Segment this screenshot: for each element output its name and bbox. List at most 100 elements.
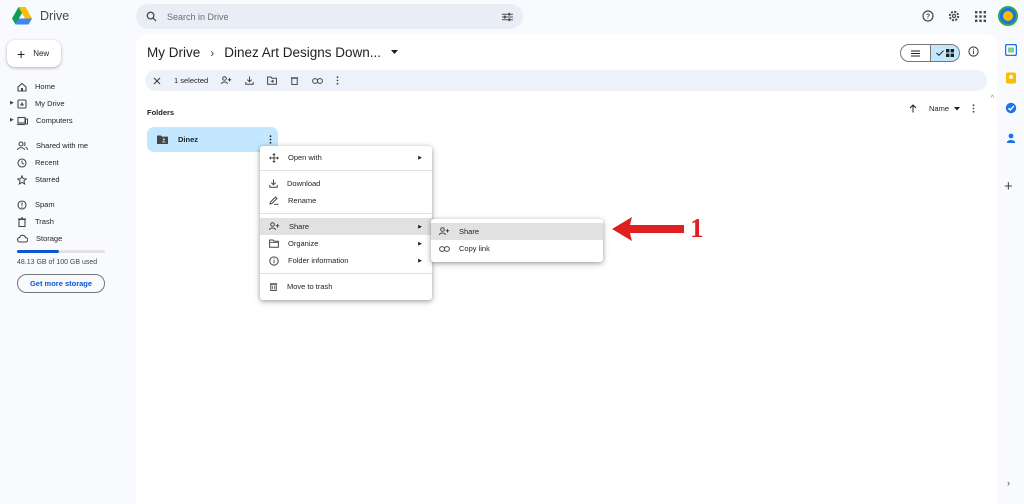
download-icon[interactable] <box>245 76 254 85</box>
sidebar: Home ▶ My Drive ▶ Computers Shared with … <box>0 78 130 293</box>
trash-icon <box>18 216 26 227</box>
menu-item-download[interactable]: Download <box>260 175 432 192</box>
checkmark-icon <box>935 50 944 56</box>
search-input[interactable] <box>167 11 492 22</box>
share-person-icon <box>269 222 280 231</box>
submenu-item-share[interactable]: Share <box>431 223 603 240</box>
sidebar-item-spam[interactable]: Spam <box>0 196 130 213</box>
move-folder-icon[interactable] <box>267 76 278 85</box>
sidebar-item-my-drive[interactable]: ▶ My Drive <box>0 95 130 112</box>
breadcrumb-current[interactable]: Dinez Art Designs Down... <box>224 45 381 60</box>
selection-count: 1 selected <box>174 76 209 85</box>
rename-icon <box>269 196 279 205</box>
sidebar-item-computers[interactable]: ▶ Computers <box>0 112 130 129</box>
menu-item-label: Share <box>289 222 310 231</box>
get-more-storage-button[interactable]: Get more storage <box>17 274 105 293</box>
link-icon[interactable] <box>312 77 324 84</box>
calendar-icon[interactable] <box>1005 44 1017 56</box>
shared-folder-icon <box>157 135 168 144</box>
sidebar-item-storage[interactable]: Storage <box>0 230 130 247</box>
tasks-icon[interactable] <box>1005 102 1017 114</box>
list-view-button[interactable] <box>901 45 930 61</box>
submenu-arrow-icon: ▶ <box>418 155 422 161</box>
settings-button[interactable] <box>946 8 962 24</box>
menu-item-label: Download <box>287 179 321 188</box>
contacts-icon[interactable] <box>1005 132 1017 144</box>
details-button[interactable] <box>968 46 979 57</box>
keep-icon[interactable] <box>1005 72 1017 84</box>
submenu-arrow-icon: ▶ <box>418 224 422 230</box>
menu-item-label: Organize <box>288 239 319 248</box>
search-bar[interactable] <box>136 4 523 29</box>
annotation-number: 1 <box>690 213 704 243</box>
menu-item-organize[interactable]: Organize ▶ <box>260 235 432 252</box>
trash-icon[interactable] <box>290 76 299 85</box>
chevron-right-icon[interactable]: › <box>1007 478 1010 488</box>
info-icon <box>269 255 279 266</box>
more-vert-icon[interactable] <box>972 104 975 113</box>
menu-item-share[interactable]: Share ▶ <box>260 218 432 235</box>
folder-item[interactable]: Dinez <box>147 127 278 152</box>
breadcrumb-root[interactable]: My Drive <box>147 45 200 60</box>
filter-options-icon[interactable] <box>502 12 513 22</box>
sidebar-item-home[interactable]: Home <box>0 78 130 95</box>
folder-name: Dinez <box>178 135 199 144</box>
menu-item-label: Open with <box>288 153 322 162</box>
download-icon <box>269 179 278 188</box>
sidebar-item-starred[interactable]: Starred <box>0 171 130 188</box>
avatar-image <box>1003 11 1013 21</box>
search-icon[interactable] <box>146 11 157 22</box>
avatar[interactable] <box>998 6 1018 26</box>
menu-item-folder-information[interactable]: Folder information ▶ <box>260 252 432 269</box>
menu-item-open-with[interactable]: Open with ▶ <box>260 149 432 166</box>
list-view-icon <box>910 50 920 56</box>
new-button-label: New <box>33 49 50 58</box>
menu-divider <box>260 213 432 214</box>
plus-icon: + <box>17 45 26 62</box>
help-button[interactable]: ? <box>920 8 936 24</box>
menu-item-label: Folder information <box>288 256 349 265</box>
menu-item-rename[interactable]: Rename <box>260 192 432 209</box>
add-app-icon[interactable]: + <box>1004 179 1013 194</box>
caret-down-icon[interactable] <box>391 50 399 55</box>
arrow-up-icon[interactable] <box>909 104 917 113</box>
scroll-up-icon[interactable]: ^ <box>991 95 994 102</box>
organize-folder-icon <box>269 239 279 248</box>
new-button[interactable]: + New <box>7 40 61 67</box>
more-vert-icon[interactable] <box>336 76 339 85</box>
sidebar-item-label: Home <box>35 82 56 91</box>
trash-icon <box>269 283 278 291</box>
share-person-icon <box>439 227 450 236</box>
sidebar-item-label: Spam <box>35 200 55 209</box>
drive-logo-icon <box>12 7 32 25</box>
sort-by-name-button[interactable]: Name <box>929 104 960 113</box>
computers-icon <box>17 116 28 125</box>
sidebar-item-label: Recent <box>35 158 59 167</box>
storage-usage-text: 48.13 GB of 100 GB used <box>17 259 98 266</box>
expand-caret-icon[interactable]: ▶ <box>10 117 14 123</box>
selection-toolbar: 1 selected <box>145 70 987 91</box>
help-icon: ? <box>922 10 934 22</box>
menu-divider <box>260 273 432 274</box>
close-icon[interactable] <box>153 77 161 85</box>
apps-button[interactable] <box>972 8 988 24</box>
submenu-arrow-icon: ▶ <box>418 258 422 264</box>
spam-icon <box>17 199 27 210</box>
submenu-item-label: Share <box>459 227 480 236</box>
my-drive-icon <box>17 98 27 109</box>
storage-bar <box>17 250 105 253</box>
grid-view-button[interactable] <box>929 45 959 61</box>
side-panel-rail: + › <box>998 34 1024 504</box>
share-person-icon[interactable] <box>221 76 232 85</box>
sidebar-item-trash[interactable]: Trash <box>0 213 130 230</box>
more-vert-icon[interactable] <box>269 135 272 144</box>
settings-icon <box>948 10 960 22</box>
menu-divider <box>260 170 432 171</box>
sidebar-item-shared-with-me[interactable]: Shared with me <box>0 137 130 154</box>
drive-logo[interactable]: Drive <box>12 7 69 25</box>
submenu-item-copy-link[interactable]: Copy link <box>431 240 603 257</box>
menu-item-move-to-trash[interactable]: Move to trash <box>260 278 432 295</box>
sidebar-item-recent[interactable]: Recent <box>0 154 130 171</box>
submenu-arrow-icon: ▶ <box>418 241 422 247</box>
expand-caret-icon[interactable]: ▶ <box>10 100 14 106</box>
